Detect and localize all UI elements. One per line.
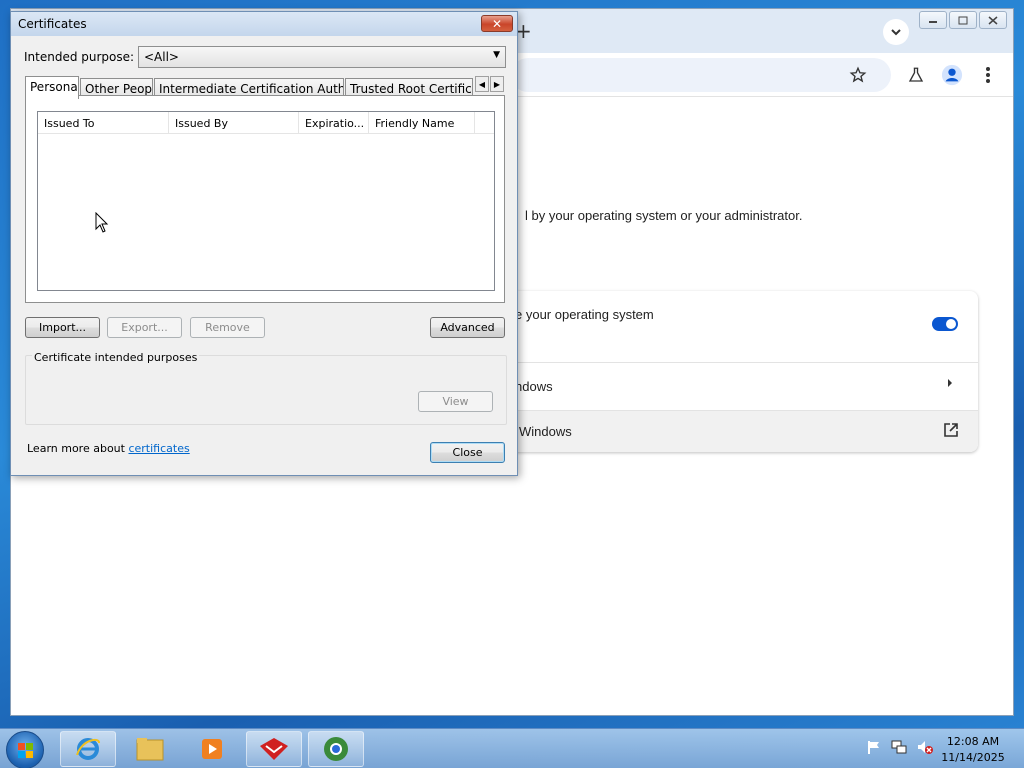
taskbar: 12:08 AM 11/14/2025 xyxy=(0,728,1024,768)
tab-scroll-left-button[interactable]: ◀ xyxy=(475,76,489,92)
intended-purpose-label: Intended purpose: xyxy=(24,50,135,64)
windows-certs-label: ndows xyxy=(515,379,553,394)
arrow-right-icon: ▶ xyxy=(493,79,501,89)
column-issued-by[interactable]: Issued By xyxy=(169,112,299,134)
restore-icon xyxy=(958,16,968,24)
close-icon xyxy=(988,15,998,25)
network-icon[interactable] xyxy=(890,739,908,755)
advanced-button[interactable]: Advanced xyxy=(430,317,505,338)
view-button[interactable]: View xyxy=(418,391,493,412)
address-bar[interactable] xyxy=(511,58,891,92)
window-controls xyxy=(919,11,1007,29)
more-menu-icon[interactable] xyxy=(977,64,999,86)
system-tray xyxy=(866,739,934,755)
clock-time: 12:08 AM xyxy=(946,735,1000,748)
export-button[interactable]: Export... xyxy=(107,317,182,338)
column-issued-to[interactable]: Issued To xyxy=(38,112,169,134)
taskbar-chrome[interactable] xyxy=(308,731,364,767)
learn-more-prefix: Learn more about xyxy=(27,442,129,455)
bookmark-star-icon[interactable] xyxy=(847,64,869,86)
intended-purpose-value: <All> xyxy=(144,50,179,64)
taskbar-explorer[interactable] xyxy=(122,731,178,767)
manage-windows-certs-label: Windows xyxy=(519,424,572,439)
minimize-button[interactable] xyxy=(919,11,947,29)
manage-windows-certs-row[interactable]: Windows xyxy=(481,411,978,452)
certificates-link[interactable]: certificates xyxy=(128,442,189,455)
os-certificates-label: e your operating system xyxy=(515,307,654,322)
learn-more-text: Learn more about certificates xyxy=(27,442,190,455)
settings-card: e your operating system ndows Windows xyxy=(481,291,978,452)
mouse-cursor-icon xyxy=(95,212,109,233)
dialog-title: Certificates xyxy=(18,17,87,31)
settings-description: l by your operating system or your admin… xyxy=(525,208,803,223)
taskbar-app-red[interactable] xyxy=(246,731,302,767)
windows-certs-row[interactable]: ndows xyxy=(481,363,978,411)
chrome-icon xyxy=(324,737,348,761)
intended-purposes-group xyxy=(25,355,507,425)
os-certificates-toggle[interactable] xyxy=(932,317,958,331)
tab-search-button[interactable] xyxy=(883,19,909,45)
dialog-titlebar[interactable]: Certificates ✕ xyxy=(11,12,517,36)
os-certificates-row[interactable]: e your operating system xyxy=(481,291,978,363)
taskbar-clock[interactable]: 12:08 AM 11/14/2025 xyxy=(930,734,1016,766)
tab-personal[interactable]: Personal xyxy=(25,76,79,99)
window-close-button[interactable] xyxy=(979,11,1007,29)
intended-purposes-title: Certificate intended purposes xyxy=(32,351,200,364)
certificates-dialog: Certificates ✕ Intended purpose: <All> ▼… xyxy=(10,11,518,476)
profile-avatar-icon[interactable] xyxy=(941,64,963,86)
maximize-button[interactable] xyxy=(949,11,977,29)
taskbar-media-player[interactable] xyxy=(184,731,240,767)
chevron-down-icon xyxy=(891,29,901,36)
close-button[interactable]: Close xyxy=(430,442,505,463)
internet-explorer-icon xyxy=(76,738,100,760)
action-center-flag-icon[interactable] xyxy=(866,739,882,755)
import-button[interactable]: Import... xyxy=(25,317,100,338)
remove-button[interactable]: Remove xyxy=(190,317,265,338)
start-button[interactable] xyxy=(6,731,44,768)
folder-icon xyxy=(136,738,164,761)
dropdown-arrow-icon: ▼ xyxy=(493,50,500,60)
column-expiration[interactable]: Expiratio... xyxy=(299,112,369,134)
tab-scroll-right-button[interactable]: ▶ xyxy=(490,76,504,92)
labs-flask-icon[interactable] xyxy=(905,64,927,86)
personal-tab-panel: Issued To Issued By Expiratio... Friendl… xyxy=(25,95,505,303)
dialog-close-x-button[interactable]: ✕ xyxy=(481,15,513,32)
taskbar-internet-explorer[interactable] xyxy=(60,731,116,767)
list-header: Issued To Issued By Expiratio... Friendl… xyxy=(38,112,494,134)
column-friendly-name[interactable]: Friendly Name xyxy=(369,112,475,134)
chevron-right-icon xyxy=(946,377,954,392)
open-external-icon xyxy=(943,422,959,441)
red-cube-app-icon xyxy=(260,738,288,760)
close-icon: ✕ xyxy=(491,16,503,31)
media-player-icon xyxy=(202,739,222,759)
arrow-left-icon: ◀ xyxy=(478,79,486,89)
minimize-icon xyxy=(929,21,937,23)
clock-date: 11/14/2025 xyxy=(941,751,1005,764)
windows-logo-icon xyxy=(18,743,33,758)
intended-purpose-select[interactable]: <All> ▼ xyxy=(138,46,506,68)
certificate-list[interactable]: Issued To Issued By Expiratio... Friendl… xyxy=(37,111,495,291)
